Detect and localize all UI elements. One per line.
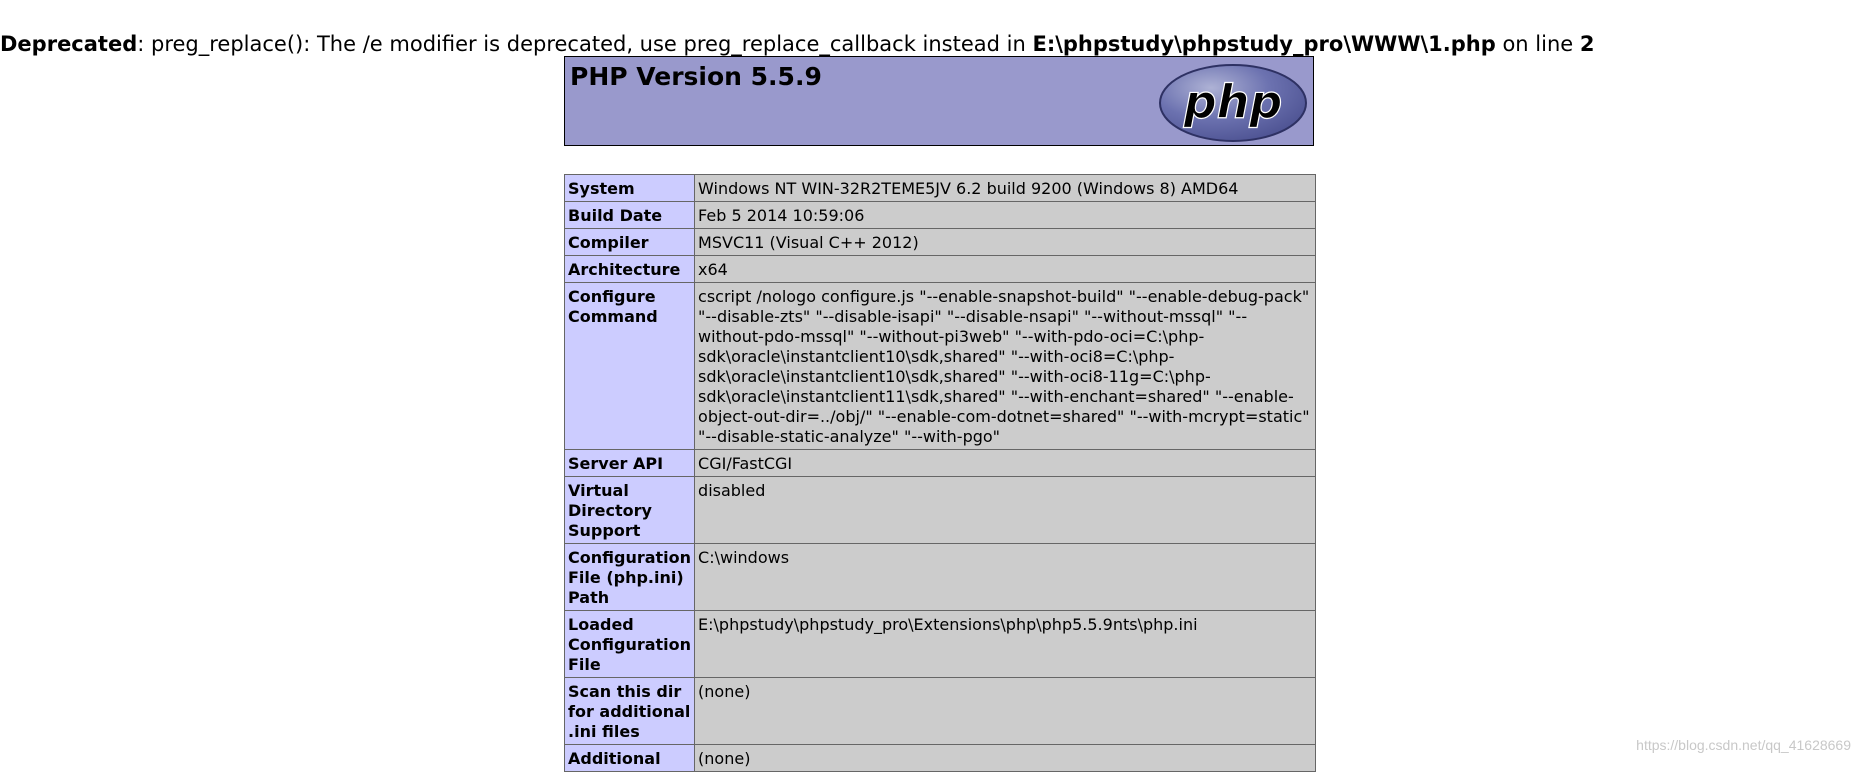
table-row: Scan this dir for additional .ini files(… bbox=[565, 678, 1316, 745]
row-value: E:\phpstudy\phpstudy_pro\Extensions\php\… bbox=[695, 611, 1316, 678]
row-key: Scan this dir for additional .ini files bbox=[565, 678, 695, 745]
row-value: (none) bbox=[695, 745, 1316, 772]
row-value: Windows NT WIN-32R2TEME5JV 6.2 build 920… bbox=[695, 175, 1316, 202]
deprecation-warning: Deprecated: preg_replace(): The /e modif… bbox=[0, 30, 1594, 58]
row-key: Server API bbox=[565, 450, 695, 477]
row-value: (none) bbox=[695, 678, 1316, 745]
row-value: C:\windows bbox=[695, 544, 1316, 611]
warning-label: Deprecated bbox=[0, 32, 137, 56]
row-value: cscript /nologo configure.js "--enable-s… bbox=[695, 283, 1316, 450]
phpinfo-container: PHP Version 5.5.9 php SystemWindows NT W… bbox=[564, 56, 1316, 146]
row-key: Build Date bbox=[565, 202, 695, 229]
row-value: disabled bbox=[695, 477, 1316, 544]
system-info-table: SystemWindows NT WIN-32R2TEME5JV 6.2 bui… bbox=[564, 174, 1316, 772]
php-logo-text: php bbox=[1183, 75, 1283, 129]
php-logo-icon[interactable]: php bbox=[1158, 63, 1308, 143]
table-row: Additional(none) bbox=[565, 745, 1316, 772]
row-value: MSVC11 (Visual C++ 2012) bbox=[695, 229, 1316, 256]
table-row: Build DateFeb 5 2014 10:59:06 bbox=[565, 202, 1316, 229]
table-row: Architecturex64 bbox=[565, 256, 1316, 283]
table-row: Loaded Configuration FileE:\phpstudy\php… bbox=[565, 611, 1316, 678]
table-row: Server APICGI/FastCGI bbox=[565, 450, 1316, 477]
row-key: Compiler bbox=[565, 229, 695, 256]
table-row: SystemWindows NT WIN-32R2TEME5JV 6.2 bui… bbox=[565, 175, 1316, 202]
row-key: Configure Command bbox=[565, 283, 695, 450]
row-value: Feb 5 2014 10:59:06 bbox=[695, 202, 1316, 229]
warning-message: : preg_replace(): The /e modifier is dep… bbox=[137, 32, 1032, 56]
watermark: https://blog.csdn.net/qq_41628669 bbox=[1636, 737, 1851, 753]
row-key: Configuration File (php.ini) Path bbox=[565, 544, 695, 611]
table-row: Configuration File (php.ini) PathC:\wind… bbox=[565, 544, 1316, 611]
phpinfo-header: PHP Version 5.5.9 php bbox=[564, 56, 1314, 146]
warning-file: E:\phpstudy\phpstudy_pro\WWW\1.php bbox=[1032, 32, 1495, 56]
row-key: Loaded Configuration File bbox=[565, 611, 695, 678]
row-key: Architecture bbox=[565, 256, 695, 283]
table-row: Configure Commandcscript /nologo configu… bbox=[565, 283, 1316, 450]
warning-on-line: on line bbox=[1496, 32, 1580, 56]
row-key: Virtual Directory Support bbox=[565, 477, 695, 544]
row-key: Additional bbox=[565, 745, 695, 772]
table-row: CompilerMSVC11 (Visual C++ 2012) bbox=[565, 229, 1316, 256]
warning-line-number: 2 bbox=[1580, 32, 1595, 56]
row-value: x64 bbox=[695, 256, 1316, 283]
row-value: CGI/FastCGI bbox=[695, 450, 1316, 477]
table-row: Virtual Directory Supportdisabled bbox=[565, 477, 1316, 544]
page-title: PHP Version 5.5.9 bbox=[570, 61, 822, 93]
row-key: System bbox=[565, 175, 695, 202]
